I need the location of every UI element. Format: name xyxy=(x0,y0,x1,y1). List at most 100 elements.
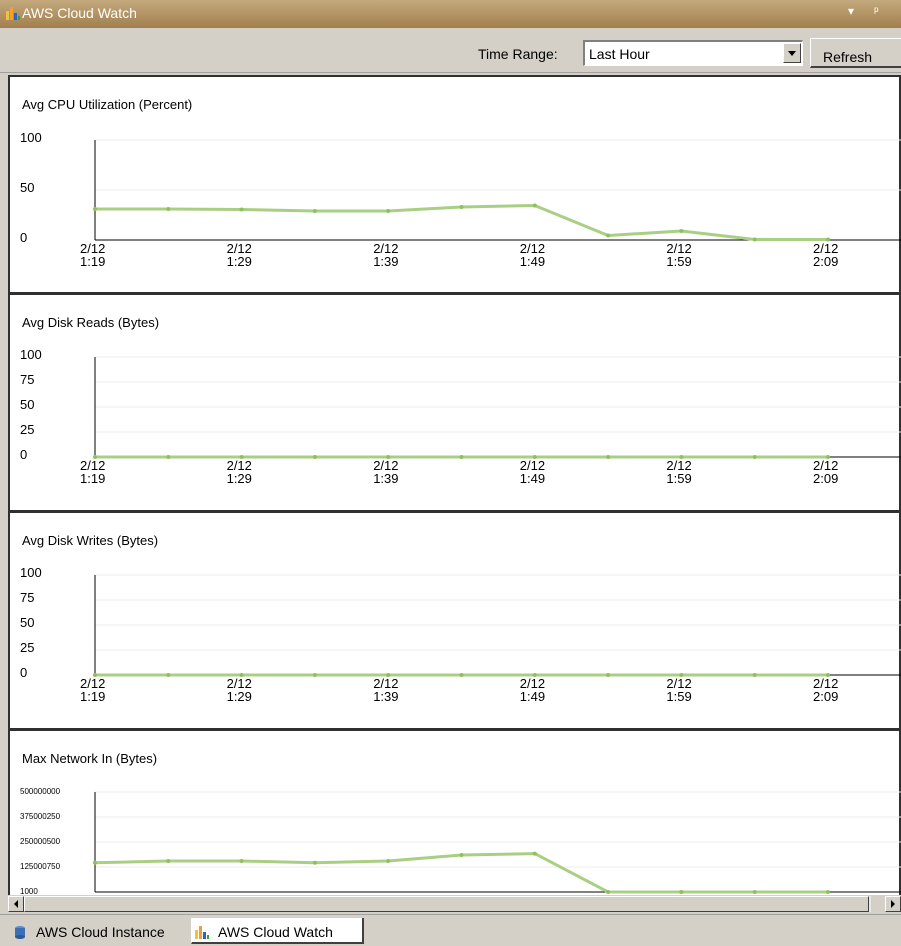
x-tick-label: 1:39 xyxy=(373,254,398,269)
data-point xyxy=(679,455,684,459)
series-line xyxy=(94,852,828,894)
data-point xyxy=(752,237,757,242)
charts-area[interactable]: Avg CPU Utilization (Percent) 100 50 0 2/12… xyxy=(8,75,901,895)
data-point xyxy=(459,205,464,209)
x-tick-label: 1:29 xyxy=(227,471,252,486)
data-point xyxy=(166,207,171,211)
time-range-label: Time Range: xyxy=(478,46,558,62)
scroll-left-button[interactable] xyxy=(8,896,24,912)
data-point xyxy=(312,209,317,213)
x-tick-label: 1:29 xyxy=(227,254,252,269)
data-point xyxy=(679,890,684,894)
time-range-select[interactable]: Last Hour xyxy=(583,40,803,66)
database-icon xyxy=(15,926,25,939)
x-tick-label: 1:19 xyxy=(80,254,105,269)
tab-aws-cloud-watch[interactable]: AWS Cloud Watch xyxy=(191,918,364,944)
data-point xyxy=(826,237,830,242)
data-point xyxy=(606,890,611,894)
y-tick-label: 0 xyxy=(20,230,27,245)
x-tick-label: 2:09 xyxy=(813,471,838,486)
data-point xyxy=(93,673,97,677)
cloud-watch-app-icon xyxy=(6,7,20,20)
x-tick-label: 1:59 xyxy=(666,254,691,269)
x-tick-label: 1:19 xyxy=(80,471,105,486)
horizontal-scrollbar[interactable] xyxy=(8,896,901,913)
chart-panel-network-in: Max Network In (Bytes) 500000000 37500025… xyxy=(8,729,901,895)
refresh-button[interactable]: Refresh xyxy=(810,38,901,68)
chart-panel-disk-reads: Avg Disk Reads (Bytes) 100 75 50 25 0 2/12 1:1… xyxy=(8,293,901,512)
y-tick-label: 25 xyxy=(20,640,34,655)
x-tick-label: 2:09 xyxy=(813,254,838,269)
tab-aws-cloud-instance[interactable]: AWS Cloud Instance xyxy=(10,918,190,944)
data-point xyxy=(386,455,391,459)
data-point xyxy=(826,455,830,459)
chart-panel-disk-writes: Avg Disk Writes (Bytes) 100 75 50 25 0 2/12 1:… xyxy=(8,511,901,730)
data-point xyxy=(93,860,97,865)
line-chart: 1005002/121:192/121:292/121:392/121:492/… xyxy=(20,130,901,269)
scrollbar-thumb[interactable] xyxy=(24,896,869,912)
y-tick-label: 375000250 xyxy=(20,812,61,821)
y-tick-label: 50 xyxy=(20,180,34,195)
data-point xyxy=(606,233,611,238)
data-point xyxy=(532,203,537,208)
line-chart: 10075502502/121:192/121:292/121:392/121:… xyxy=(20,565,901,704)
data-point xyxy=(679,229,684,233)
data-point xyxy=(239,207,244,212)
data-point xyxy=(459,853,464,858)
y-tick-label: 100 xyxy=(20,130,42,145)
window-title: AWS Cloud Watch xyxy=(22,5,137,21)
data-point xyxy=(752,890,757,894)
x-tick-label: 1:49 xyxy=(520,689,545,704)
x-tick-label: 2:09 xyxy=(813,689,838,704)
y-tick-label: 0 xyxy=(20,665,27,680)
time-range-value: Last Hour xyxy=(589,46,650,62)
arrow-left-icon xyxy=(14,900,18,908)
x-tick-label: 1:39 xyxy=(373,689,398,704)
y-tick-label: 125000750 xyxy=(20,862,61,871)
toolbar: Time Range: Last Hour Refresh xyxy=(0,28,901,73)
window-title-bar: AWS Cloud Watch ▾ ᵖ xyxy=(0,0,901,28)
x-tick-label: 1:49 xyxy=(520,471,545,486)
data-point xyxy=(166,673,171,677)
line-chart: 500000000 375000250 250000500 125000750 1000 xyxy=(20,787,901,895)
cloud-watch-icon xyxy=(195,926,209,939)
data-point xyxy=(312,455,317,459)
y-tick-label: 75 xyxy=(20,590,34,605)
data-point xyxy=(386,209,391,213)
data-point xyxy=(93,207,97,211)
y-tick-label: 25 xyxy=(20,422,34,437)
data-point xyxy=(752,455,757,459)
x-tick-label: 1:49 xyxy=(520,254,545,269)
window-menu-icon[interactable]: ▾ xyxy=(848,4,854,18)
x-tick-label: 1:19 xyxy=(80,689,105,704)
y-tick-label: 1000 xyxy=(20,887,38,895)
data-point xyxy=(312,673,317,677)
data-point xyxy=(386,673,391,677)
scroll-right-button[interactable] xyxy=(885,896,901,912)
data-point xyxy=(239,859,244,864)
chevron-down-icon[interactable] xyxy=(783,43,801,63)
data-point xyxy=(679,673,684,677)
data-point xyxy=(239,455,244,459)
data-point xyxy=(826,890,830,894)
arrow-right-icon xyxy=(891,900,895,908)
data-point xyxy=(166,859,171,864)
x-tick-label: 1:39 xyxy=(373,471,398,486)
data-point xyxy=(606,673,611,677)
data-point xyxy=(166,455,171,459)
y-tick-label: 500000000 xyxy=(20,787,61,796)
tab-label: AWS Cloud Instance xyxy=(36,924,165,940)
y-tick-label: 50 xyxy=(20,615,34,630)
chart-panel-cpu: Avg CPU Utilization (Percent) 100 50 0 2/12… xyxy=(8,75,901,294)
data-point xyxy=(826,673,830,677)
x-tick-label: 1:29 xyxy=(227,689,252,704)
pin-icon[interactable]: ᵖ xyxy=(874,4,879,18)
data-point xyxy=(532,455,537,459)
y-tick-label: 75 xyxy=(20,372,34,387)
data-point xyxy=(386,859,391,864)
data-point xyxy=(239,673,244,677)
data-point xyxy=(532,851,537,856)
data-point xyxy=(532,673,537,677)
data-point xyxy=(752,673,757,677)
data-point xyxy=(606,455,611,459)
